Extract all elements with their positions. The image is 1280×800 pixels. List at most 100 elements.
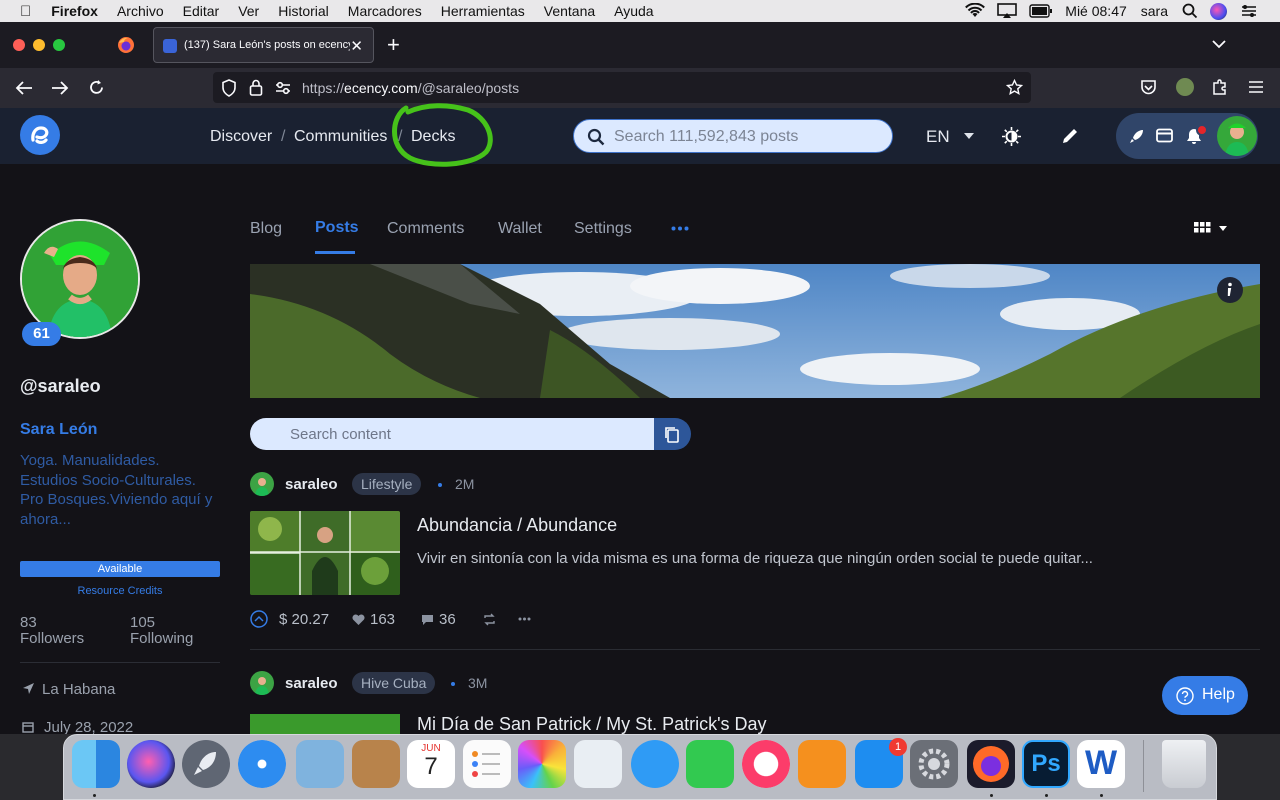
- content-search-copy-button[interactable]: [654, 418, 691, 450]
- nav-communities-link[interactable]: Communities: [294, 128, 387, 146]
- menu-ver[interactable]: Ver: [238, 3, 259, 19]
- tab-close-icon[interactable]: ✕: [350, 37, 363, 55]
- post-thumbnail[interactable]: [250, 714, 400, 734]
- menu-app-name[interactable]: Firefox: [51, 3, 98, 19]
- battery-icon[interactable]: [1029, 4, 1053, 18]
- spotlight-search-icon[interactable]: [1182, 3, 1198, 19]
- trash-icon[interactable]: [1162, 740, 1206, 788]
- url-text[interactable]: https://ecency.com/@saraleo/posts: [302, 80, 519, 96]
- post-community-tag[interactable]: Lifestyle: [352, 473, 422, 495]
- active-tab[interactable]: (137) Sara León's posts on ecency ✕: [153, 27, 374, 63]
- content-search-input[interactable]: Search content: [250, 418, 654, 450]
- language-selector[interactable]: EN: [926, 127, 950, 147]
- finder-icon[interactable]: [72, 740, 120, 788]
- tab-blog[interactable]: Blog: [250, 220, 282, 238]
- new-tab-icon[interactable]: +: [387, 32, 400, 58]
- nav-discover-link[interactable]: Discover: [210, 128, 272, 146]
- cover-info-icon[interactable]: [1216, 276, 1244, 304]
- post-votes[interactable]: 163: [370, 611, 395, 628]
- pocket-icon[interactable]: [1140, 79, 1157, 96]
- window-close-button[interactable]: [13, 39, 25, 51]
- menu-archivo[interactable]: Archivo: [117, 3, 164, 19]
- bookmark-star-icon[interactable]: [1006, 79, 1023, 96]
- photos-icon[interactable]: [518, 740, 566, 788]
- window-minimize-button[interactable]: [33, 39, 45, 51]
- firefox-view-icon[interactable]: [117, 36, 135, 54]
- menu-historial[interactable]: Historial: [278, 3, 329, 19]
- preview-icon[interactable]: [296, 740, 344, 788]
- menu-editar[interactable]: Editar: [183, 3, 220, 19]
- site-search-input[interactable]: Search 111,592,843 posts: [573, 119, 893, 153]
- window-zoom-button[interactable]: [53, 39, 65, 51]
- control-center-icon[interactable]: [1240, 4, 1258, 18]
- user-avatar-button[interactable]: [1217, 116, 1257, 156]
- tab-comments[interactable]: Comments: [387, 220, 464, 238]
- forward-arrow-icon[interactable]: [51, 80, 69, 96]
- menu-ayuda[interactable]: Ayuda: [614, 3, 653, 19]
- post-title[interactable]: Abundancia / Abundance: [417, 515, 617, 536]
- list-all-tabs-chevron-down-icon[interactable]: [1212, 39, 1226, 49]
- siri-icon[interactable]: [127, 740, 175, 788]
- reminders-icon[interactable]: [463, 740, 511, 788]
- back-arrow-icon[interactable]: [15, 80, 33, 96]
- siri-icon[interactable]: [1210, 2, 1227, 20]
- help-button[interactable]: Help: [1162, 676, 1248, 715]
- more-tabs-ellipsis-icon[interactable]: [671, 226, 689, 231]
- calendar-icon[interactable]: JUN 7: [407, 740, 455, 788]
- post-author[interactable]: saraleo: [285, 476, 338, 493]
- votes-heart-icon: [352, 614, 365, 625]
- post-summary[interactable]: Vivir en sintonía con la vida misma es u…: [417, 550, 1260, 567]
- post-payout[interactable]: $ 20.27: [279, 611, 329, 628]
- facetime-icon[interactable]: [686, 740, 734, 788]
- system-preferences-icon[interactable]: [910, 740, 958, 788]
- tab-posts[interactable]: Posts: [315, 219, 359, 237]
- itunes-icon[interactable]: [742, 740, 790, 788]
- wallet-card-icon[interactable]: [1156, 128, 1173, 143]
- theme-toggle-icon[interactable]: [1002, 127, 1021, 146]
- post-community-tag[interactable]: Hive Cuba: [352, 672, 436, 694]
- image-capture-icon[interactable]: [574, 740, 622, 788]
- post-author[interactable]: saraleo: [285, 675, 338, 692]
- post-title[interactable]: Mi Día de San Patrick / My St. Patrick's…: [417, 714, 767, 735]
- language-caret-down-icon[interactable]: [964, 133, 974, 139]
- post-author-avatar[interactable]: [250, 472, 274, 496]
- menubar-clock[interactable]: Mié 08:47: [1065, 3, 1126, 19]
- post-author-avatar[interactable]: [250, 671, 274, 695]
- tracking-protection-shield-icon[interactable]: [221, 79, 237, 97]
- contacts-icon[interactable]: [352, 740, 400, 788]
- ecency-logo-icon[interactable]: [20, 115, 60, 155]
- photoshop-icon[interactable]: Ps: [1022, 740, 1070, 788]
- url-bar[interactable]: https://ecency.com/@saraleo/posts: [213, 72, 1031, 103]
- apple-menu-icon[interactable]: : [20, 3, 31, 20]
- extensions-puzzle-icon[interactable]: [1211, 78, 1229, 96]
- launchpad-icon[interactable]: [182, 740, 230, 788]
- post-comments[interactable]: 36: [439, 611, 456, 628]
- menu-herramientas[interactable]: Herramientas: [441, 3, 525, 19]
- account-avatar-icon[interactable]: [1176, 78, 1194, 96]
- wifi-icon[interactable]: [965, 3, 986, 19]
- boost-rocket-icon[interactable]: [1128, 128, 1145, 145]
- firefox-dock-icon[interactable]: [967, 740, 1015, 788]
- followers-stat[interactable]: 83 Followers: [20, 615, 84, 647]
- site-permissions-icon[interactable]: [275, 81, 291, 95]
- safari-icon[interactable]: [238, 740, 286, 788]
- airplay-icon[interactable]: [997, 3, 1018, 19]
- post-thumbnail[interactable]: [250, 511, 400, 595]
- hamburger-menu-icon[interactable]: [1248, 80, 1264, 94]
- post-more-ellipsis-icon[interactable]: [518, 617, 531, 621]
- tab-wallet[interactable]: Wallet: [498, 220, 542, 238]
- padlock-icon[interactable]: [249, 79, 263, 96]
- view-mode-grid-icon[interactable]: [1194, 221, 1230, 236]
- books-icon[interactable]: [798, 740, 846, 788]
- upvote-icon[interactable]: [250, 610, 268, 628]
- reblog-icon[interactable]: [483, 613, 496, 626]
- menu-marcadores[interactable]: Marcadores: [348, 3, 422, 19]
- word-icon[interactable]: W: [1077, 740, 1125, 788]
- menubar-user[interactable]: sara: [1141, 3, 1168, 19]
- messages-icon[interactable]: [631, 740, 679, 788]
- write-post-pencil-icon[interactable]: [1061, 127, 1079, 145]
- menu-ventana[interactable]: Ventana: [544, 3, 595, 19]
- following-stat[interactable]: 105 Following: [130, 615, 193, 647]
- tab-settings[interactable]: Settings: [574, 220, 632, 238]
- reload-icon[interactable]: [88, 79, 105, 96]
